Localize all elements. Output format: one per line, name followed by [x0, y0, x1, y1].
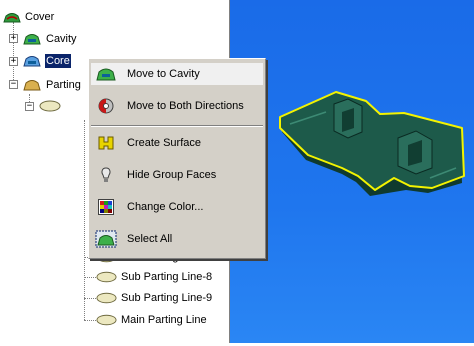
- 3d-viewport[interactable]: [230, 0, 474, 343]
- tree-line: [84, 120, 85, 320]
- tree-line: [13, 22, 14, 84]
- menu-item-label: Hide Group Faces: [127, 169, 217, 181]
- hide-faces-icon: [95, 164, 117, 186]
- tree-node-parting-line[interactable]: Sub Parting Line-8: [96, 269, 213, 285]
- palette-icon: [95, 196, 117, 218]
- menu-item-create-surface[interactable]: Create Surface: [91, 132, 263, 154]
- tree-node-core[interactable]: Core: [22, 53, 71, 69]
- menu-item-move-both-directions[interactable]: Move to Both Directions: [91, 95, 263, 117]
- both-directions-icon: [95, 95, 117, 117]
- tree-node-label: Sub Parting Line-9: [121, 292, 213, 304]
- menu-item-label: Select All: [127, 233, 173, 245]
- tree-node-label: Main Parting Line: [121, 314, 207, 326]
- tree-node-label: Sub Parting Line-8: [121, 271, 213, 283]
- menu-item-change-color[interactable]: Change Color...: [91, 196, 263, 218]
- move-to-cavity-icon: [95, 63, 117, 85]
- tree-node-label-selected: Core: [45, 54, 71, 68]
- menu-item-label: Create Surface: [127, 137, 201, 149]
- tree-node-main-parting-line[interactable]: Main Parting Line: [96, 312, 208, 328]
- tree-line: [84, 320, 96, 321]
- cover-part-model: [279, 91, 465, 196]
- parting-line-icon: [96, 314, 117, 326]
- menu-item-label: Move to Both Directions: [127, 100, 244, 112]
- menu-item-hide-group-faces[interactable]: Hide Group Faces: [91, 164, 263, 186]
- context-menu[interactable]: Move to Cavity Move to Both Directions C…: [88, 58, 266, 259]
- expand-toggle[interactable]: +: [9, 57, 18, 66]
- expand-toggle[interactable]: +: [9, 34, 18, 43]
- parting-line-icon: [39, 100, 61, 112]
- collapse-toggle[interactable]: −: [25, 102, 34, 111]
- collapse-toggle[interactable]: −: [9, 80, 18, 89]
- tree-node-parting[interactable]: Parting: [22, 77, 82, 93]
- tree-node-cover[interactable]: Cover: [3, 9, 55, 25]
- menu-item-label: Move to Cavity: [127, 68, 200, 80]
- create-surface-icon: [95, 132, 117, 154]
- tree-node-label: Cavity: [46, 33, 77, 45]
- parting-line-icon: [96, 292, 117, 304]
- tree-node-label: Parting: [46, 79, 81, 91]
- tree-node-parting-group[interactable]: [38, 98, 62, 114]
- menu-item-select-all[interactable]: Select All: [91, 228, 263, 250]
- menu-separator: [91, 125, 263, 127]
- tree-line: [84, 277, 96, 278]
- menu-item-move-to-cavity[interactable]: Move to Cavity: [91, 63, 263, 85]
- tree-line: [84, 298, 96, 299]
- tree-node-parting-line[interactable]: Sub Parting Line-9: [96, 290, 213, 306]
- parting-icon: [23, 80, 41, 91]
- core-icon: [23, 56, 41, 67]
- tree-line: [29, 94, 30, 106]
- tree-node-label: Cover: [25, 11, 55, 23]
- menu-item-label: Change Color...: [127, 201, 204, 213]
- mold-group-icon: [3, 13, 21, 23]
- tree-node-cavity[interactable]: Cavity: [22, 31, 78, 47]
- cavity-icon: [23, 34, 41, 45]
- select-all-icon: [95, 228, 117, 250]
- parting-line-icon: [96, 271, 117, 283]
